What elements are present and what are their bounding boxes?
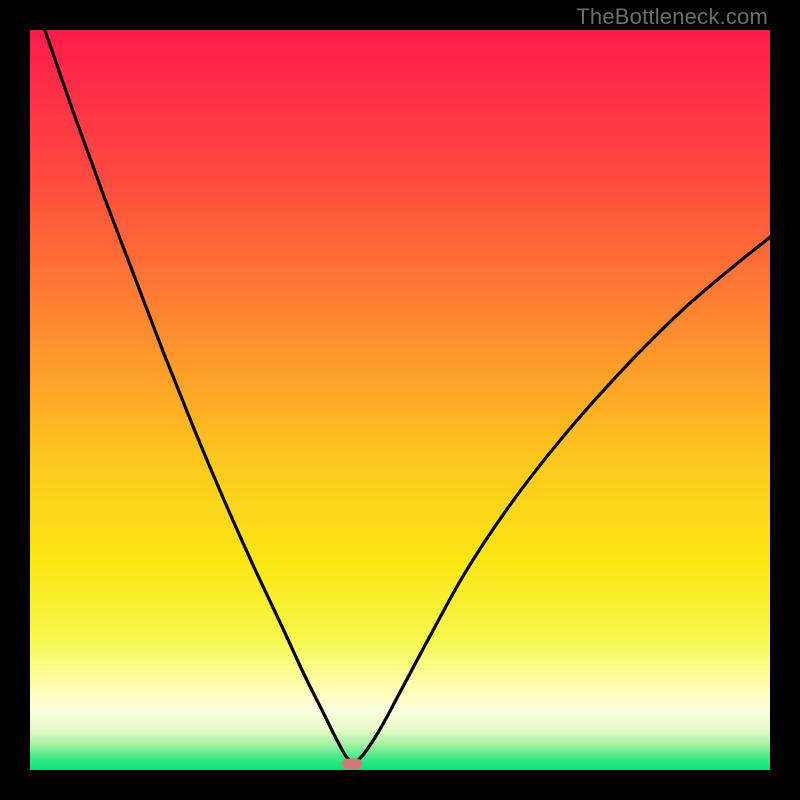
optimum-marker [342, 759, 362, 770]
plot-area [30, 30, 770, 770]
outer-frame: TheBottleneck.com [0, 0, 800, 800]
bottleneck-curve [30, 30, 770, 770]
watermark-text: TheBottleneck.com [576, 4, 768, 30]
